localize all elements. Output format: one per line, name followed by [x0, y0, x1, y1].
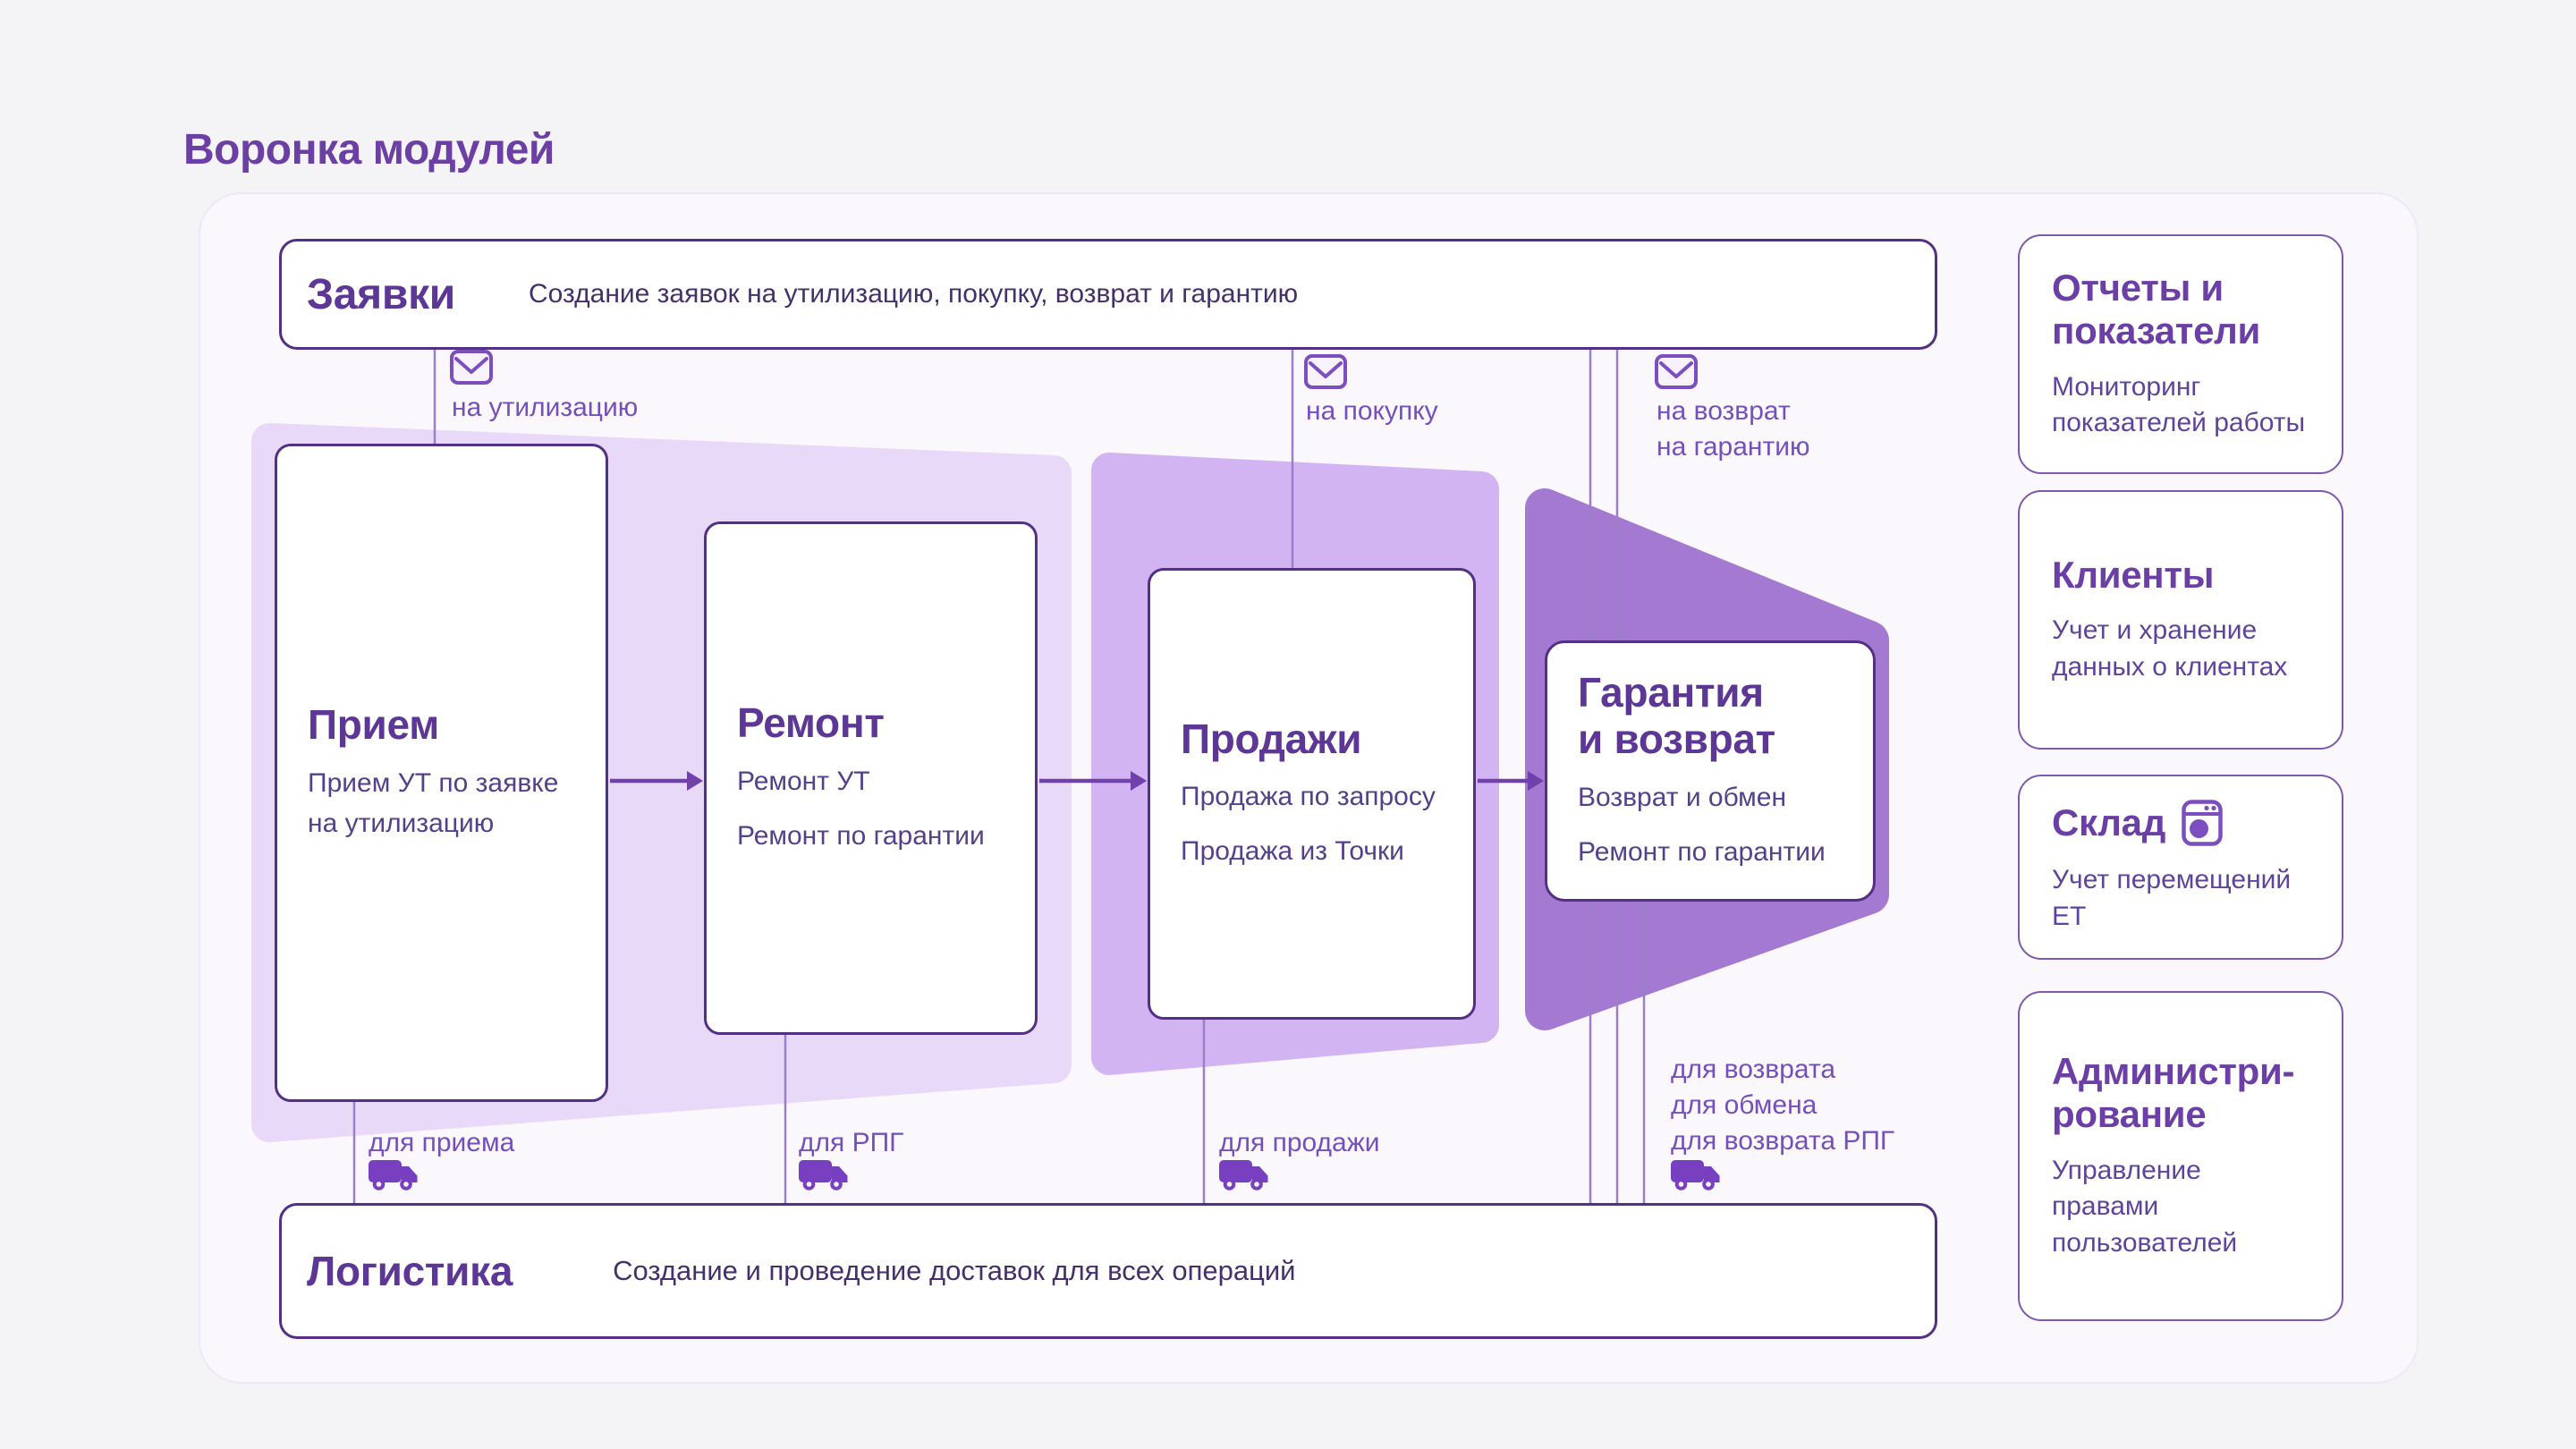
envelope-icon [452, 352, 491, 383]
sidebar-card-title: Отчеты и показатели [2052, 267, 2315, 353]
truck-icon [1219, 1160, 1268, 1191]
module-garantiya-vozvrat: Гарантия и возврат Возврат и обмен Ремон… [1545, 640, 1876, 902]
module-item: Возврат и обмен [1578, 777, 1843, 818]
module-priem: Прием Прием УТ по заявке на утилизацию [275, 444, 608, 1102]
delivery-label: для приема [369, 1125, 514, 1161]
request-label-line: на возврат [1657, 394, 1810, 429]
sidebar-card-clients: Клиенты Учет и хранение данных о клиента… [2018, 490, 2343, 750]
delivery-label: для продажи [1219, 1125, 1380, 1161]
module-title: Продажи [1181, 716, 1443, 763]
module-remont: Ремонт Ремонт УТ Ремонт по гарантии [704, 521, 1038, 1035]
module-item: Продажа из Точки [1181, 831, 1443, 871]
request-label: на покупку [1306, 394, 1438, 429]
requests-bar-subtitle: Создание заявок на утилизацию, покупку, … [529, 279, 1298, 309]
sidebar-card-title: Склад [2052, 801, 2165, 844]
delivery-label: для РПГ [799, 1125, 903, 1161]
envelope-icon [1306, 356, 1345, 387]
sidebar-card-subtitle: Учет и хранение данных о клиентах [2052, 613, 2315, 686]
sidebar-card-subtitle: Мониторинг показателей работы [2052, 369, 2315, 443]
logistics-bar: Логистика Создание и проведение доставок… [279, 1203, 1937, 1339]
module-item: Ремонт по гарантии [737, 816, 1004, 856]
sidebar-card-administration: Администри- рование Управление правами п… [2018, 991, 2343, 1321]
truck-icon [1671, 1160, 1720, 1191]
requests-bar-title: Заявки [307, 270, 455, 319]
delivery-label-line: для возврата РПГ [1671, 1123, 1894, 1159]
logistics-bar-title: Логистика [307, 1247, 513, 1295]
delivery-label: для возврата для обмена для возврата РПГ [1671, 1052, 1894, 1159]
requests-bar: Заявки Создание заявок на утилизацию, по… [279, 239, 1937, 350]
request-label: на возврат на гарантию [1657, 394, 1810, 465]
sidebar-card-subtitle: Управление правами пользователей [2052, 1153, 2315, 1262]
envelope-icon [1657, 356, 1696, 387]
truck-icon [369, 1160, 418, 1191]
module-item: Продажа по запросу [1181, 776, 1443, 817]
module-title: Гарантия и возврат [1578, 670, 1792, 762]
module-prodazhi: Продажи Продажа по запросу Продажа из То… [1148, 568, 1476, 1020]
module-title: Прием [308, 702, 575, 749]
delivery-label-line: для возврата [1671, 1052, 1894, 1088]
truck-icon [799, 1160, 848, 1191]
sidebar-card-title: Клиенты [2052, 554, 2315, 597]
washing-machine-icon [2182, 800, 2223, 846]
request-label: на утилизацию [452, 390, 638, 426]
sidebar-card-title: Администри- рование [2052, 1050, 2315, 1137]
sidebar-card-reports: Отчеты и показатели Мониторинг показател… [2018, 234, 2343, 474]
module-item: Ремонт УТ [737, 761, 1004, 801]
logistics-bar-subtitle: Создание и проведение доставок для всех … [613, 1255, 1295, 1287]
request-label-line: на гарантию [1657, 429, 1810, 465]
module-item: Ремонт по гарантии [1578, 832, 1843, 872]
sidebar-card-sklad: Склад Учет перемещений ЕТ [2018, 775, 2343, 960]
delivery-label-line: для обмена [1671, 1088, 1894, 1123]
sidebar-card-subtitle: Учет перемещений ЕТ [2052, 862, 2315, 936]
module-title: Ремонт [737, 700, 1004, 747]
module-item: Прием УТ по заявке на утилизацию [308, 763, 575, 843]
